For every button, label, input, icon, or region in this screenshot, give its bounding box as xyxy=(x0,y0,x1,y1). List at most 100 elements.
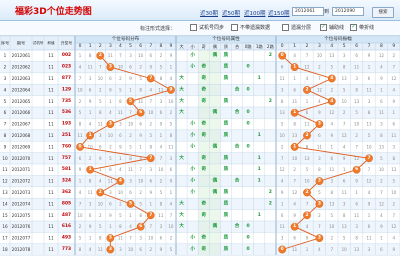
cell-amp-omission: 13 xyxy=(366,122,372,127)
range-end-input[interactable]: 2012090 xyxy=(332,7,364,16)
option-no-omission-label: 不带遗漏数据 xyxy=(240,25,271,31)
cell-attr: 奇 xyxy=(201,85,206,92)
amp-ball-label: 1 xyxy=(293,109,296,115)
cell-amp-omission: 2 xyxy=(393,201,396,206)
cell-digit-omission: 11 xyxy=(108,53,114,58)
cell-amp-omission: 7 xyxy=(368,167,371,172)
range-link-50[interactable]: 近50期 xyxy=(222,9,240,17)
cell-amp-omission: 13 xyxy=(329,201,335,206)
checkbox-polyline[interactable]: ✓ xyxy=(350,24,357,31)
cell-digit-omission: 5 xyxy=(149,133,152,138)
cell-amp-omission: 8 xyxy=(293,122,296,127)
cell-attr: 合 xyxy=(235,222,240,229)
checkbox-omission-layer[interactable] xyxy=(282,24,289,31)
option-omission-layer[interactable]: 遗漏分层 xyxy=(282,24,311,32)
cell-amp-omission: 4 xyxy=(318,99,321,104)
cell-digit-omission: 4 xyxy=(170,76,173,81)
cell-digit-omission: 5 xyxy=(170,247,173,252)
cell-digit-omission: 1 xyxy=(89,236,92,241)
checkbox-trial-sync[interactable] xyxy=(190,24,197,31)
cell-digit-omission: 5 xyxy=(79,236,82,241)
checkbox-aux-line[interactable]: ✓ xyxy=(320,24,327,31)
cell-amp-omission: 1 xyxy=(331,144,334,149)
header-digit-5: 5 xyxy=(129,43,132,49)
cell-attr: 0 xyxy=(247,64,250,70)
cell-digit-omission: 4 xyxy=(170,201,173,206)
option-polyline-label: 带折线 xyxy=(359,25,375,31)
cell-digit-omission: 9 xyxy=(129,76,132,81)
cell-attr: 质 xyxy=(224,245,229,252)
cell-award: 129 xyxy=(62,86,71,92)
cell-amp-omission: 11 xyxy=(280,76,286,81)
amp-ball-label: 2 xyxy=(305,86,308,92)
cell-digit-omission: 7 xyxy=(79,201,82,206)
option-no-omission[interactable]: 不带遗漏数据 xyxy=(231,24,270,32)
checkbox-no-omission[interactable] xyxy=(231,24,238,31)
cell-amp-omission: 13 xyxy=(354,99,360,104)
cell-digit-omission: 10 xyxy=(138,53,144,58)
cell-digit-omission: 6 xyxy=(89,87,92,92)
range-link-30[interactable]: 近30期 xyxy=(200,9,218,17)
cell-digit-omission: 8 xyxy=(129,156,132,161)
range-separator: 到 xyxy=(324,9,330,15)
cell-amp-omission: 1 xyxy=(368,65,371,70)
option-trial-sync[interactable]: 试机号同步 xyxy=(190,24,224,32)
cell-amp-omission: 6 xyxy=(380,99,383,104)
cell-amp-omission: 5 xyxy=(331,65,334,70)
cell-digit-omission: 9 xyxy=(139,133,142,138)
cell-amp-omission: 8 xyxy=(331,190,334,195)
cell-amp-omission: 6 xyxy=(318,133,321,138)
group-header-attr: 个位号码属性 xyxy=(212,35,240,42)
range-start-input[interactable]: 2012061 xyxy=(292,7,324,16)
cell-attr: 质 xyxy=(224,51,229,58)
amp-ball-label: 3 xyxy=(318,178,321,184)
digit-ball-label: 3 xyxy=(109,246,112,252)
cell-attr: 质 xyxy=(224,199,229,206)
option-aux-line[interactable]: ✓ 辅助线 xyxy=(320,24,344,32)
cell-digit-omission: 8 xyxy=(79,247,82,252)
cell-digit-omission: 11 xyxy=(128,167,134,172)
header-digit-2: 2 xyxy=(99,43,102,49)
amp-ball-label: 4 xyxy=(330,98,333,104)
cell-amp-omission: 12 xyxy=(391,76,397,81)
cell-amp-omission: 2 xyxy=(293,167,296,172)
cell-attr: 2 xyxy=(269,200,272,206)
cell-amp-omission: 5 xyxy=(393,179,396,184)
header-amp-6: 6 xyxy=(355,43,358,49)
range-link-100[interactable]: 近100期 xyxy=(244,9,266,17)
option-polyline[interactable]: ✓ 带折线 xyxy=(350,24,374,32)
cell-digit-omission: 6 xyxy=(139,247,142,252)
cell-digit-omission: 1 xyxy=(170,190,173,195)
cell-sum: 11 xyxy=(48,201,54,206)
cell-award: 251 xyxy=(62,132,71,138)
amp-ball-label: 3 xyxy=(318,235,321,241)
cell-digit-omission: 6 xyxy=(89,213,92,218)
cell-sum: 11 xyxy=(48,144,54,149)
cell-digit-omission: 6 xyxy=(99,144,102,149)
cell-attr: 1 xyxy=(258,155,261,161)
cell-digit-omission: 9 xyxy=(89,99,92,104)
cell-attr: 0 xyxy=(247,223,250,229)
cell-digit-omission: 10 xyxy=(108,133,114,138)
cell-attr: 奇 xyxy=(201,120,206,127)
cell-digit-omission: 9 xyxy=(170,53,173,58)
cell-digit-omission: 5 xyxy=(99,224,102,229)
cell-amp-omission: 5 xyxy=(318,190,321,195)
cell-amp-omission: 11 xyxy=(391,133,397,138)
cell-issue: 2012077 xyxy=(12,236,31,241)
cell-attr: 小 xyxy=(190,51,195,58)
cell-seq: 15 xyxy=(2,213,8,218)
cell-attr: 质 xyxy=(224,188,229,195)
cell-issue: 2012075 xyxy=(12,213,31,218)
cell-amp-omission: 11 xyxy=(317,144,323,149)
search-button[interactable]: 搜索 xyxy=(372,7,394,18)
cell-amp-omission: 9 xyxy=(380,76,383,81)
cell-amp-omission: 8 xyxy=(343,65,346,70)
cell-amp-omission: 3 xyxy=(281,87,284,92)
cell-amp-omission: 4 xyxy=(306,76,309,81)
cell-amp-omission: 9 xyxy=(281,190,284,195)
cell-digit-omission: 7 xyxy=(119,53,122,58)
range-link-150[interactable]: 近150期 xyxy=(268,9,290,17)
cell-amp-omission: 6 xyxy=(306,110,309,115)
cell-sum: 11 xyxy=(48,179,54,184)
